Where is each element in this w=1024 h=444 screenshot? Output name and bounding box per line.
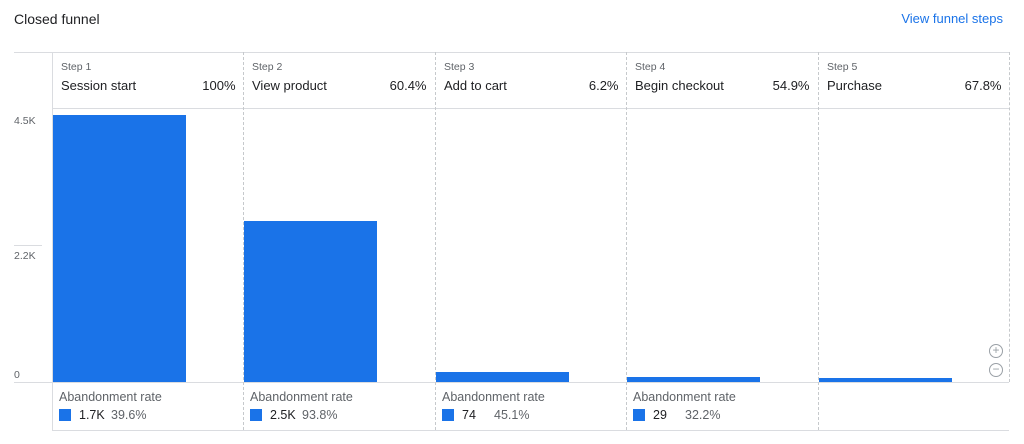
abandonment-swatch: [59, 409, 71, 421]
step-name-label: Add to cart: [444, 78, 507, 93]
abandonment-rate-value: 39.6%: [111, 408, 147, 422]
funnel-bar[interactable]: [53, 115, 186, 382]
abandonment-rate-value: 45.1%: [494, 408, 530, 422]
y-tick-line: [14, 245, 42, 246]
step-name-label: View product: [252, 78, 327, 93]
funnel-bar[interactable]: [627, 376, 760, 382]
step-name-label: Begin checkout: [635, 78, 724, 93]
abandonment-swatch: [442, 409, 454, 421]
step-name-label: Session start: [61, 78, 137, 93]
abandonment-count: 74: [462, 408, 476, 422]
zoom-in-icon[interactable]: +: [989, 344, 1003, 358]
chart-title: Closed funnel: [14, 11, 100, 27]
abandonment-rate-label: Abandonment rate: [250, 390, 353, 404]
y-tick-label-zero: 0: [14, 369, 20, 381]
view-funnel-steps-link[interactable]: View funnel steps: [901, 11, 1003, 26]
abandonment-rate-value: 32.2%: [685, 408, 721, 422]
funnel-bar[interactable]: [819, 378, 952, 382]
abandonment-rate-label: Abandonment rate: [59, 390, 162, 404]
column-divider: [818, 52, 819, 430]
step-completion-percent: 100%: [202, 78, 236, 93]
abandonment-rate-value: 93.8%: [302, 408, 338, 422]
step-number-label: Step 2: [252, 61, 283, 73]
header-top-rule: [14, 52, 1009, 53]
step-completion-percent: 6.2%: [588, 78, 619, 93]
step-completion-percent: 54.9%: [772, 78, 810, 93]
step-name-label: Purchase: [827, 78, 882, 93]
step-completion-percent: 67.8%: [964, 78, 1002, 93]
abandonment-swatch: [633, 409, 645, 421]
abandonment-rate-label: Abandonment rate: [442, 390, 545, 404]
step-number-label: Step 3: [444, 61, 475, 73]
abandonment-count: 1.7K: [79, 408, 105, 422]
step-number-label: Step 1: [61, 61, 92, 73]
abandonment-count: 2.5K: [270, 408, 296, 422]
step-number-label: Step 5: [827, 61, 858, 73]
header-bottom-rule: [52, 108, 1009, 109]
column-divider: [1009, 52, 1010, 382]
column-divider: [626, 52, 627, 430]
funnel-bar[interactable]: [436, 372, 569, 382]
y-tick-label-max: 4.5K: [14, 115, 36, 127]
zoom-out-icon[interactable]: −: [989, 363, 1003, 377]
footer-bottom-rule: [52, 430, 1009, 431]
abandonment-count: 29: [653, 408, 667, 422]
funnel-bar[interactable]: [244, 220, 377, 382]
step-number-label: Step 4: [635, 61, 666, 73]
baseline: [14, 382, 1009, 383]
y-tick-label-mid: 2.2K: [14, 250, 36, 262]
step-completion-percent: 60.4%: [389, 78, 427, 93]
abandonment-swatch: [250, 409, 262, 421]
abandonment-rate-label: Abandonment rate: [633, 390, 736, 404]
